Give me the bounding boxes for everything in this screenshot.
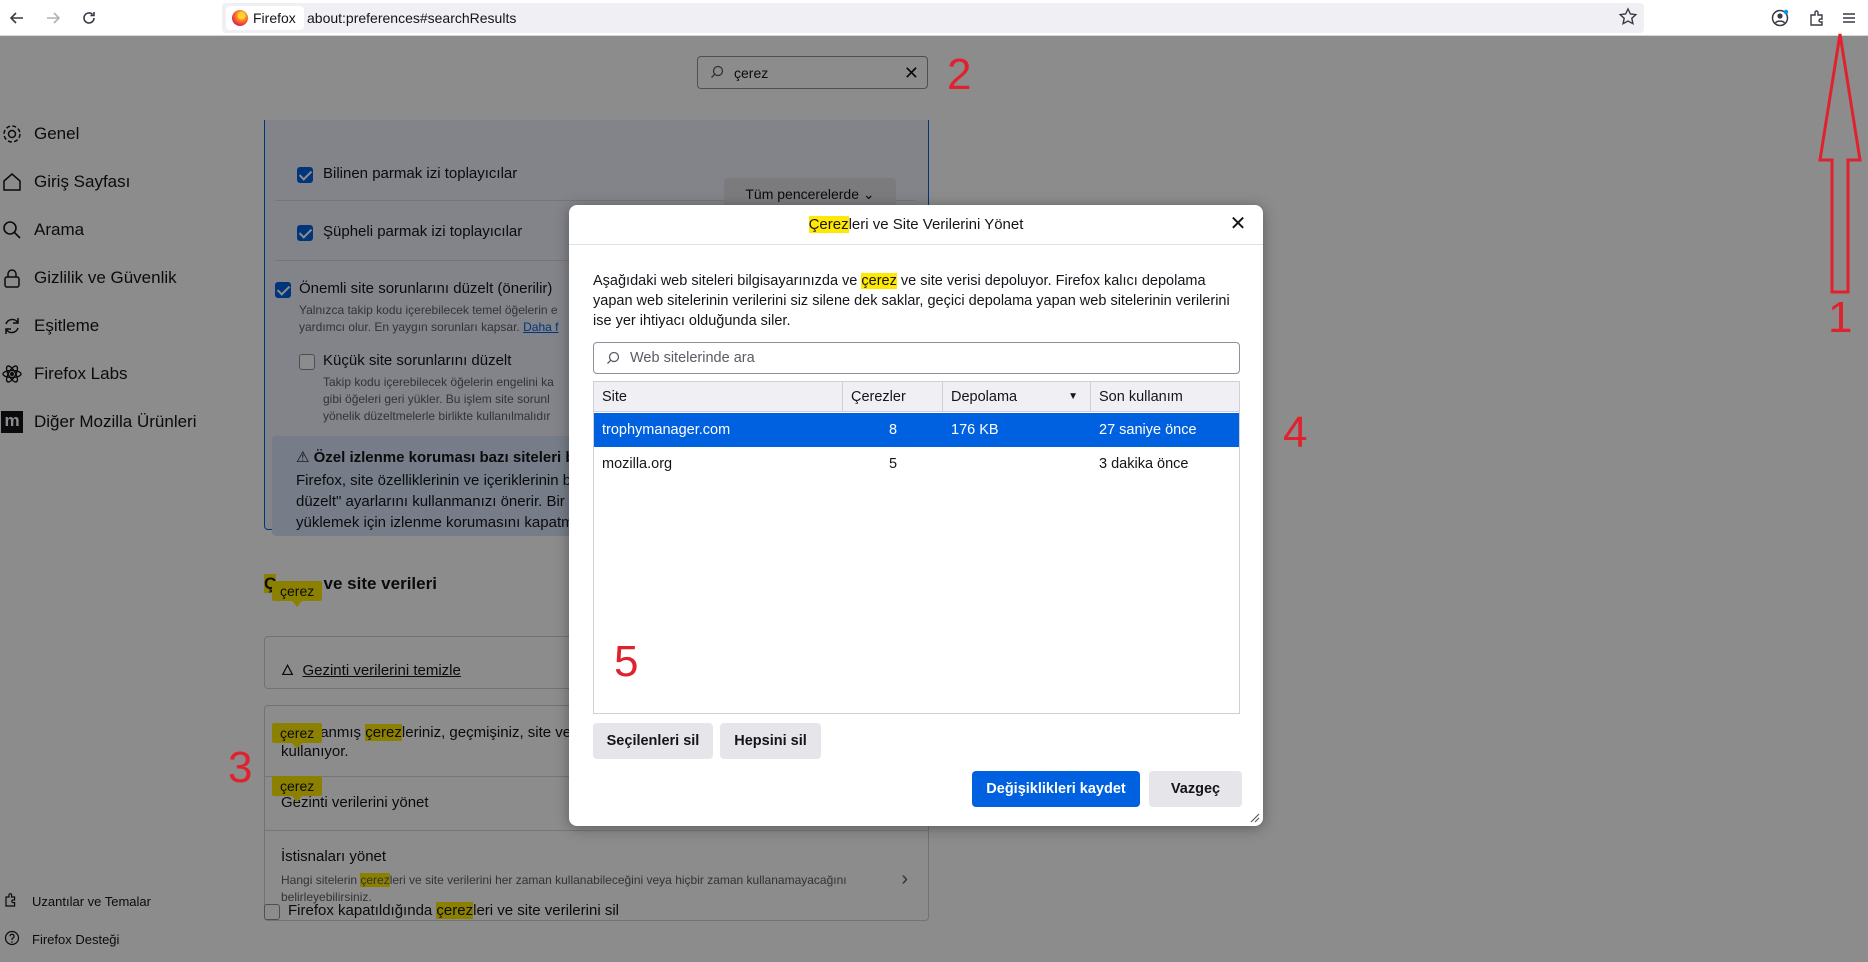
annotation-4: 4 — [1283, 408, 1308, 457]
column-header-storage[interactable]: Depolama ▼ — [943, 382, 1091, 412]
remove-selected-button[interactable]: Seçilenleri sil — [593, 723, 713, 759]
cell-site: mozilla.org — [602, 456, 673, 472]
annotation-3: 3 — [228, 743, 253, 792]
forward-icon[interactable] — [40, 5, 66, 31]
annotation-1: 1 — [1828, 293, 1853, 342]
cancel-button[interactable]: Vazgeç — [1149, 771, 1242, 807]
resize-grip-icon[interactable] — [1248, 811, 1260, 823]
url-text[interactable]: about:preferences#searchResults — [307, 10, 516, 26]
back-icon[interactable] — [4, 5, 30, 31]
table-row[interactable]: trophymanager.com 8 176 KB 27 saniye önc… — [594, 413, 1239, 447]
firefox-logo-icon — [232, 10, 248, 26]
remove-all-button[interactable]: Hepsini sil — [720, 723, 821, 759]
dialog-title: Çerezleri ve Site Verilerini Yönet — [569, 205, 1263, 245]
dialog-description: Aşağıdaki web siteleri bilgisayarınızda … — [593, 273, 1230, 329]
close-icon[interactable]: ✕ — [1227, 214, 1249, 236]
identity-label: Firefox — [253, 10, 296, 26]
save-changes-button[interactable]: Değişiklikleri kaydet — [972, 771, 1140, 807]
cell-cookies: 8 — [888, 422, 898, 438]
url-bar[interactable]: Firefox about:preferences#searchResults — [222, 3, 1644, 33]
account-icon[interactable] — [1767, 5, 1793, 31]
reload-icon[interactable] — [76, 5, 102, 31]
cell-storage — [943, 447, 1091, 481]
search-icon — [606, 351, 620, 370]
column-header-cookies[interactable]: Çerezler — [843, 382, 943, 412]
identity-box[interactable]: Firefox — [226, 6, 304, 30]
annotation-5: 5 — [614, 637, 639, 686]
table-header: Site Çerezler Depolama ▼ Son kullanım — [594, 382, 1239, 412]
extensions-icon[interactable] — [1804, 5, 1830, 31]
browser-toolbar: Firefox about:preferences#searchResults — [0, 0, 1868, 36]
cell-cookies: 5 — [888, 456, 898, 472]
column-header-site[interactable]: Site — [594, 382, 843, 412]
manage-cookies-dialog: Çerezleri ve Site Verilerini Yönet ✕ Aşa… — [569, 205, 1263, 826]
menu-icon[interactable] — [1836, 5, 1862, 31]
cell-last-used: 27 saniye önce — [1099, 422, 1197, 438]
cell-last-used: 3 dakika önce — [1099, 456, 1189, 472]
annotation-arrow — [1818, 33, 1862, 294]
sites-table: Site Çerezler Depolama ▼ Son kullanım tro… — [593, 381, 1240, 714]
cell-site: trophymanager.com — [602, 422, 731, 438]
annotation-2: 2 — [947, 50, 972, 99]
site-search-input[interactable]: Web sitelerinde ara — [593, 342, 1240, 374]
column-header-last-used[interactable]: Son kullanım — [1091, 382, 1239, 412]
site-search-placeholder: Web sitelerinde ara — [630, 350, 755, 366]
table-row[interactable]: mozilla.org 5 3 dakika önce — [594, 447, 1239, 481]
star-icon[interactable] — [1618, 7, 1638, 32]
sort-desc-icon: ▼ — [1068, 391, 1078, 402]
cell-storage: 176 KB — [951, 422, 999, 438]
